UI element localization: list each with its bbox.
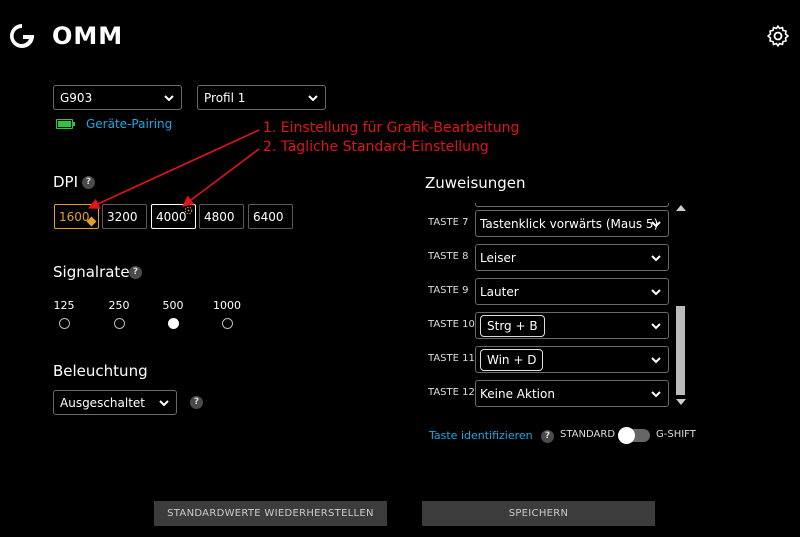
assignment-select-taste-10[interactable]: Strg + B (475, 312, 669, 339)
lighting-select-value: Ausgeschaltet (60, 395, 146, 410)
dpi-level-1[interactable]: 1600 (54, 204, 99, 229)
assignment-select-taste-7[interactable]: Tastenklick vorwärts (Maus 5) (475, 210, 669, 237)
assignment-select-taste-9[interactable]: Lauter (475, 278, 669, 305)
chevron-down-icon (308, 95, 318, 102)
assignment-select-taste-12[interactable]: Keine Aktion (475, 380, 669, 407)
assignment-select-taste-11[interactable]: Win + D (475, 346, 669, 373)
dpi-level-value: 3200 (107, 209, 138, 224)
button-key-label: TASTE 11 (428, 353, 475, 364)
rate-radio-125[interactable] (59, 318, 70, 329)
chevron-down-icon (164, 95, 174, 102)
lighting-select[interactable]: Ausgeschaltet (53, 390, 177, 415)
scroll-up-arrow-icon[interactable] (676, 205, 686, 211)
lighting-help-icon[interactable]: ? (190, 396, 203, 409)
button-key-label: TASTE 9 (428, 285, 469, 296)
identify-help-icon[interactable]: ? (541, 430, 554, 443)
assignment-select-taste-8[interactable]: Leiser (475, 244, 669, 271)
annotation-arrow-1 (87, 129, 260, 209)
scroll-down-arrow-icon[interactable] (676, 399, 686, 405)
dpi-level-value: 4000 (156, 209, 187, 224)
profile-select[interactable]: Profil 1 (197, 85, 326, 110)
annotation-line-1: 1. Einstellung für Grafik-Bearbeitung (263, 120, 520, 136)
annotation-arrow-2 (182, 148, 260, 207)
dpi-help-icon[interactable]: ? (82, 176, 95, 189)
assignment-value: Leiser (480, 250, 516, 265)
chevron-down-icon (159, 400, 169, 407)
dpi-level-5[interactable]: 6400 (248, 204, 293, 229)
rate-option-label: 1000 (213, 299, 241, 312)
device-pairing-link[interactable]: Geräte-Pairing (86, 117, 172, 131)
dpi-level-2[interactable]: 3200 (102, 204, 147, 229)
chevron-down-icon (651, 255, 661, 262)
rate-radio-250[interactable] (114, 318, 125, 329)
restore-defaults-button[interactable]: STANDARDWERTE WIEDERHERSTELLEN (154, 501, 387, 526)
keystroke-chip: Strg + B (480, 314, 545, 337)
app-title: OMM (52, 22, 124, 50)
report-rate-title: Signalrate (53, 263, 130, 281)
dpi-level-value: 6400 (253, 209, 284, 224)
dpi-title: DPI (53, 173, 79, 191)
logitech-g-logo-icon (10, 24, 34, 48)
gear-icon[interactable] (766, 24, 790, 48)
device-select-value: G903 (60, 90, 93, 105)
shift-dpi-target-icon (184, 206, 193, 215)
rate-option-label: 125 (53, 299, 75, 312)
assignment-value: Keine Aktion (480, 386, 555, 401)
battery-icon (56, 119, 75, 129)
button-key-label: TASTE 12 (428, 387, 475, 398)
button-key-label: TASTE 7 (428, 217, 469, 228)
dpi-level-4[interactable]: 4800 (199, 204, 244, 229)
dpi-level-value: 4800 (204, 209, 235, 224)
chevron-down-icon (651, 391, 661, 398)
chevron-down-icon (651, 357, 661, 364)
rate-radio-500[interactable] (168, 318, 179, 329)
toggle-knob (618, 427, 635, 444)
identify-button-link[interactable]: Taste identifizieren (429, 429, 533, 442)
button-key-label: TASTE 10 (428, 319, 475, 330)
annotation-line-2: 2. Tägliche Standard-Einstellung (263, 139, 489, 155)
chevron-down-icon (651, 289, 661, 296)
chevron-down-icon (651, 323, 661, 330)
lighting-title: Beleuchtung (53, 362, 148, 380)
mode-standard-label: STANDARD (560, 429, 616, 440)
scrollbar-thumb[interactable] (676, 306, 685, 395)
assignment-row-partial (475, 203, 669, 207)
save-button[interactable]: SPEICHERN (422, 501, 655, 526)
keystroke-chip: Win + D (480, 348, 544, 371)
chevron-down-icon (651, 221, 661, 228)
button-key-label: TASTE 8 (428, 251, 469, 262)
profile-select-value: Profil 1 (204, 90, 246, 105)
assignment-value: Lauter (480, 284, 519, 299)
rate-option-label: 500 (162, 299, 184, 312)
rate-radio-1000[interactable] (222, 318, 233, 329)
assignment-value: Tastenklick vorwärts (Maus 5) (480, 216, 659, 231)
report-rate-help-icon[interactable]: ? (129, 266, 142, 279)
dpi-level-value: 1600 (59, 209, 90, 224)
default-dpi-diamond-icon (86, 216, 97, 227)
dpi-level-3[interactable]: 4000 (151, 204, 196, 229)
rate-option-label: 250 (108, 299, 130, 312)
device-select[interactable]: G903 (53, 85, 182, 110)
mode-gshift-label: G-SHIFT (656, 429, 696, 440)
gshift-toggle[interactable] (618, 427, 650, 444)
assignments-title: Zuweisungen (425, 174, 526, 192)
